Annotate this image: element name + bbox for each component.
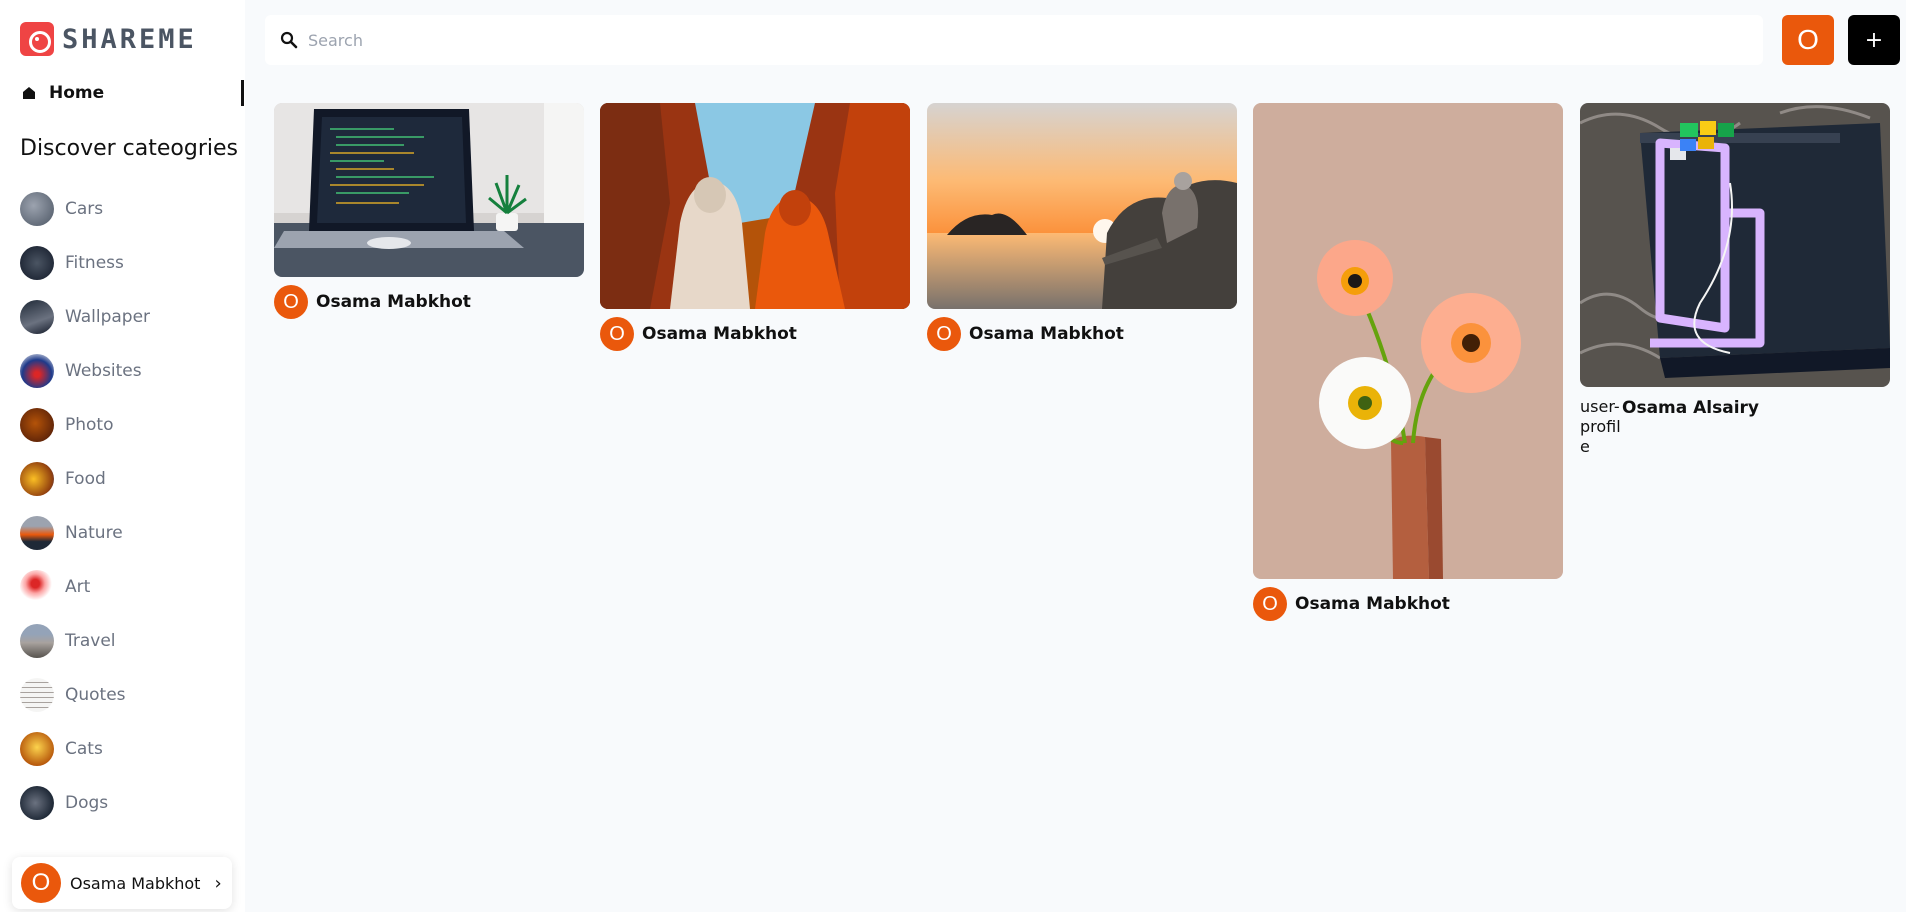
pin-author[interactable]: O Osama Mabkhot <box>927 317 1237 351</box>
sidebar-item-art[interactable]: Art <box>20 560 150 614</box>
category-thumbnail <box>20 732 54 766</box>
category-thumbnail <box>20 516 54 550</box>
sidebar: SHAREME Home Discover cateogries Cars Fi… <box>0 0 245 912</box>
pin-image[interactable] <box>1580 103 1890 387</box>
pin-author[interactable]: O Osama Mabkhot <box>274 285 584 319</box>
pin-card[interactable]: O Osama Mabkhot <box>600 103 910 351</box>
sidebar-item-websites[interactable]: Websites <box>20 344 150 398</box>
avatar: O <box>274 285 308 319</box>
pin-image[interactable] <box>274 103 584 277</box>
user-profile-link[interactable]: O Osama Mabkhot › <box>12 857 232 909</box>
category-thumbnail <box>20 786 54 820</box>
home-icon <box>23 87 35 99</box>
sidebar-item-quotes[interactable]: Quotes <box>20 668 150 722</box>
add-pin-button[interactable]: + <box>1848 15 1900 65</box>
category-thumbnail <box>20 408 54 442</box>
sidebar-item-label: Food <box>65 469 106 489</box>
sidebar-item-fitness[interactable]: Fitness <box>20 236 150 290</box>
sidebar-item-label: Photo <box>65 415 114 435</box>
pin-author[interactable]: O Osama Mabkhot <box>1253 587 1563 621</box>
search-input[interactable] <box>308 30 1708 50</box>
avatar: O <box>1253 587 1287 621</box>
sidebar-item-cats[interactable]: Cats <box>20 722 150 776</box>
sidebar-item-label: Cars <box>65 199 104 219</box>
category-list: Cars Fitness Wallpaper Websites Photo Fo… <box>20 182 150 830</box>
search-bar[interactable] <box>265 15 1763 65</box>
sidebar-item-label: Dogs <box>65 793 109 813</box>
avatar: O <box>927 317 961 351</box>
pin-card[interactable]: O Osama Mabkhot <box>274 103 584 319</box>
sidebar-item-label: Quotes <box>65 685 126 705</box>
category-thumbnail <box>20 246 54 280</box>
pin-author[interactable]: user-profile Osama Alsairy <box>1580 397 1890 457</box>
pin-image[interactable] <box>927 103 1237 309</box>
avatar-alt-text: user-profile <box>1580 397 1621 456</box>
chevron-right-icon: › <box>214 872 222 894</box>
sidebar-item-label: Websites <box>65 361 142 381</box>
sidebar-item-nature[interactable]: Nature <box>20 506 150 560</box>
sidebar-item-label: Fitness <box>65 253 124 273</box>
logo[interactable]: SHAREME <box>20 22 197 56</box>
pin-image[interactable] <box>1253 103 1563 579</box>
category-thumbnail <box>20 678 54 712</box>
category-thumbnail <box>20 192 54 226</box>
sidebar-item-photo[interactable]: Photo <box>20 398 150 452</box>
logo-text: SHAREME <box>62 23 197 55</box>
category-thumbnail <box>20 570 54 604</box>
sidebar-item-label: Nature <box>65 523 123 543</box>
sidebar-item-label: Travel <box>65 631 116 651</box>
category-thumbnail <box>20 354 54 388</box>
sidebar-item-cars[interactable]: Cars <box>20 182 150 236</box>
author-name: Osama Mabkhot <box>642 324 797 344</box>
author-name: Osama Alsairy <box>1622 398 1760 418</box>
discover-title: Discover cateogries <box>20 136 238 161</box>
search-icon <box>280 31 298 49</box>
author-name: Osama Mabkhot <box>316 292 471 312</box>
author-name: Osama Mabkhot <box>969 324 1124 344</box>
sidebar-item-food[interactable]: Food <box>20 452 150 506</box>
user-avatar-button[interactable]: O <box>1782 15 1834 65</box>
pin-card[interactable]: O Osama Mabkhot <box>1253 103 1563 621</box>
sidebar-item-label: Home <box>49 83 105 103</box>
pin-card[interactable]: user-profile Osama Alsairy <box>1580 103 1890 457</box>
sidebar-item-travel[interactable]: Travel <box>20 614 150 668</box>
pin-image[interactable] <box>600 103 910 309</box>
category-thumbnail <box>20 300 54 334</box>
sidebar-item-home[interactable]: Home <box>22 80 244 106</box>
category-thumbnail <box>20 624 54 658</box>
category-thumbnail <box>20 462 54 496</box>
sidebar-item-dogs[interactable]: Dogs <box>20 776 150 830</box>
avatar: O <box>600 317 634 351</box>
sidebar-item-wallpaper[interactable]: Wallpaper <box>20 290 150 344</box>
author-name: Osama Mabkhot <box>1295 594 1450 614</box>
sidebar-item-label: Wallpaper <box>65 307 151 327</box>
sidebar-item-label: Cats <box>65 739 103 759</box>
sidebar-item-label: Art <box>65 577 91 597</box>
camera-logo-icon <box>20 22 54 56</box>
pin-author[interactable]: O Osama Mabkhot <box>600 317 910 351</box>
pin-card[interactable]: O Osama Mabkhot <box>927 103 1237 351</box>
avatar: O <box>21 863 61 903</box>
user-name: Osama Mabkhot <box>70 873 201 893</box>
